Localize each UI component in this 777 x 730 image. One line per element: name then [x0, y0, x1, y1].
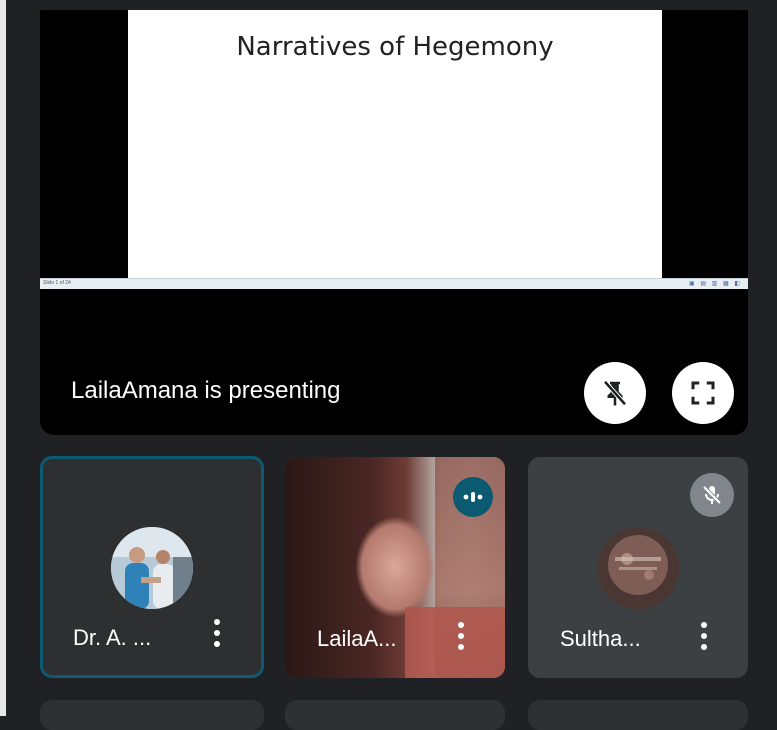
- pin-off-icon: [603, 380, 627, 406]
- audio-level-icon: [453, 477, 493, 517]
- more-options-icon[interactable]: [457, 622, 465, 650]
- slide-view-icons: ▣ ▤ ▥ ▦ ◧: [688, 281, 742, 287]
- participant-tile[interactable]: LailaA...: [285, 457, 505, 678]
- participant-name: Dr. A. ...: [73, 625, 152, 650]
- presentation-stage[interactable]: Narratives of Hegemony Slide 1 of 24 ▣ ▤…: [40, 10, 748, 435]
- fullscreen-icon: [691, 381, 715, 405]
- participant-name: Sultha...: [560, 626, 641, 651]
- fullscreen-button[interactable]: [672, 362, 734, 424]
- more-options-icon[interactable]: [213, 619, 221, 647]
- left-edge: [0, 0, 6, 716]
- profile-photo: [597, 527, 679, 609]
- participant-tile[interactable]: Dr. A. ...: [40, 456, 264, 678]
- slide-counter: Slide 1 of 24: [43, 280, 71, 286]
- video-feed: [405, 607, 505, 678]
- avatar: [111, 527, 193, 609]
- participant-name: LailaA...: [317, 626, 397, 651]
- slide-status-bar: Slide 1 of 24 ▣ ▤ ▥ ▦ ◧: [40, 278, 748, 289]
- participant-tile[interactable]: [285, 700, 505, 730]
- unpin-button[interactable]: [584, 362, 646, 424]
- profile-photo: [111, 527, 193, 609]
- avatar: [597, 527, 679, 609]
- slide-title: Narratives of Hegemony: [236, 32, 554, 62]
- presenting-label: LailaAmana is presenting: [71, 377, 341, 404]
- participant-tile[interactable]: [528, 700, 748, 730]
- participant-tile[interactable]: Sultha...: [528, 457, 748, 678]
- participant-tile[interactable]: [40, 700, 264, 730]
- presentation-slide: Narratives of Hegemony: [128, 10, 662, 278]
- mic-off-icon: [690, 473, 734, 517]
- more-options-icon[interactable]: [700, 622, 708, 650]
